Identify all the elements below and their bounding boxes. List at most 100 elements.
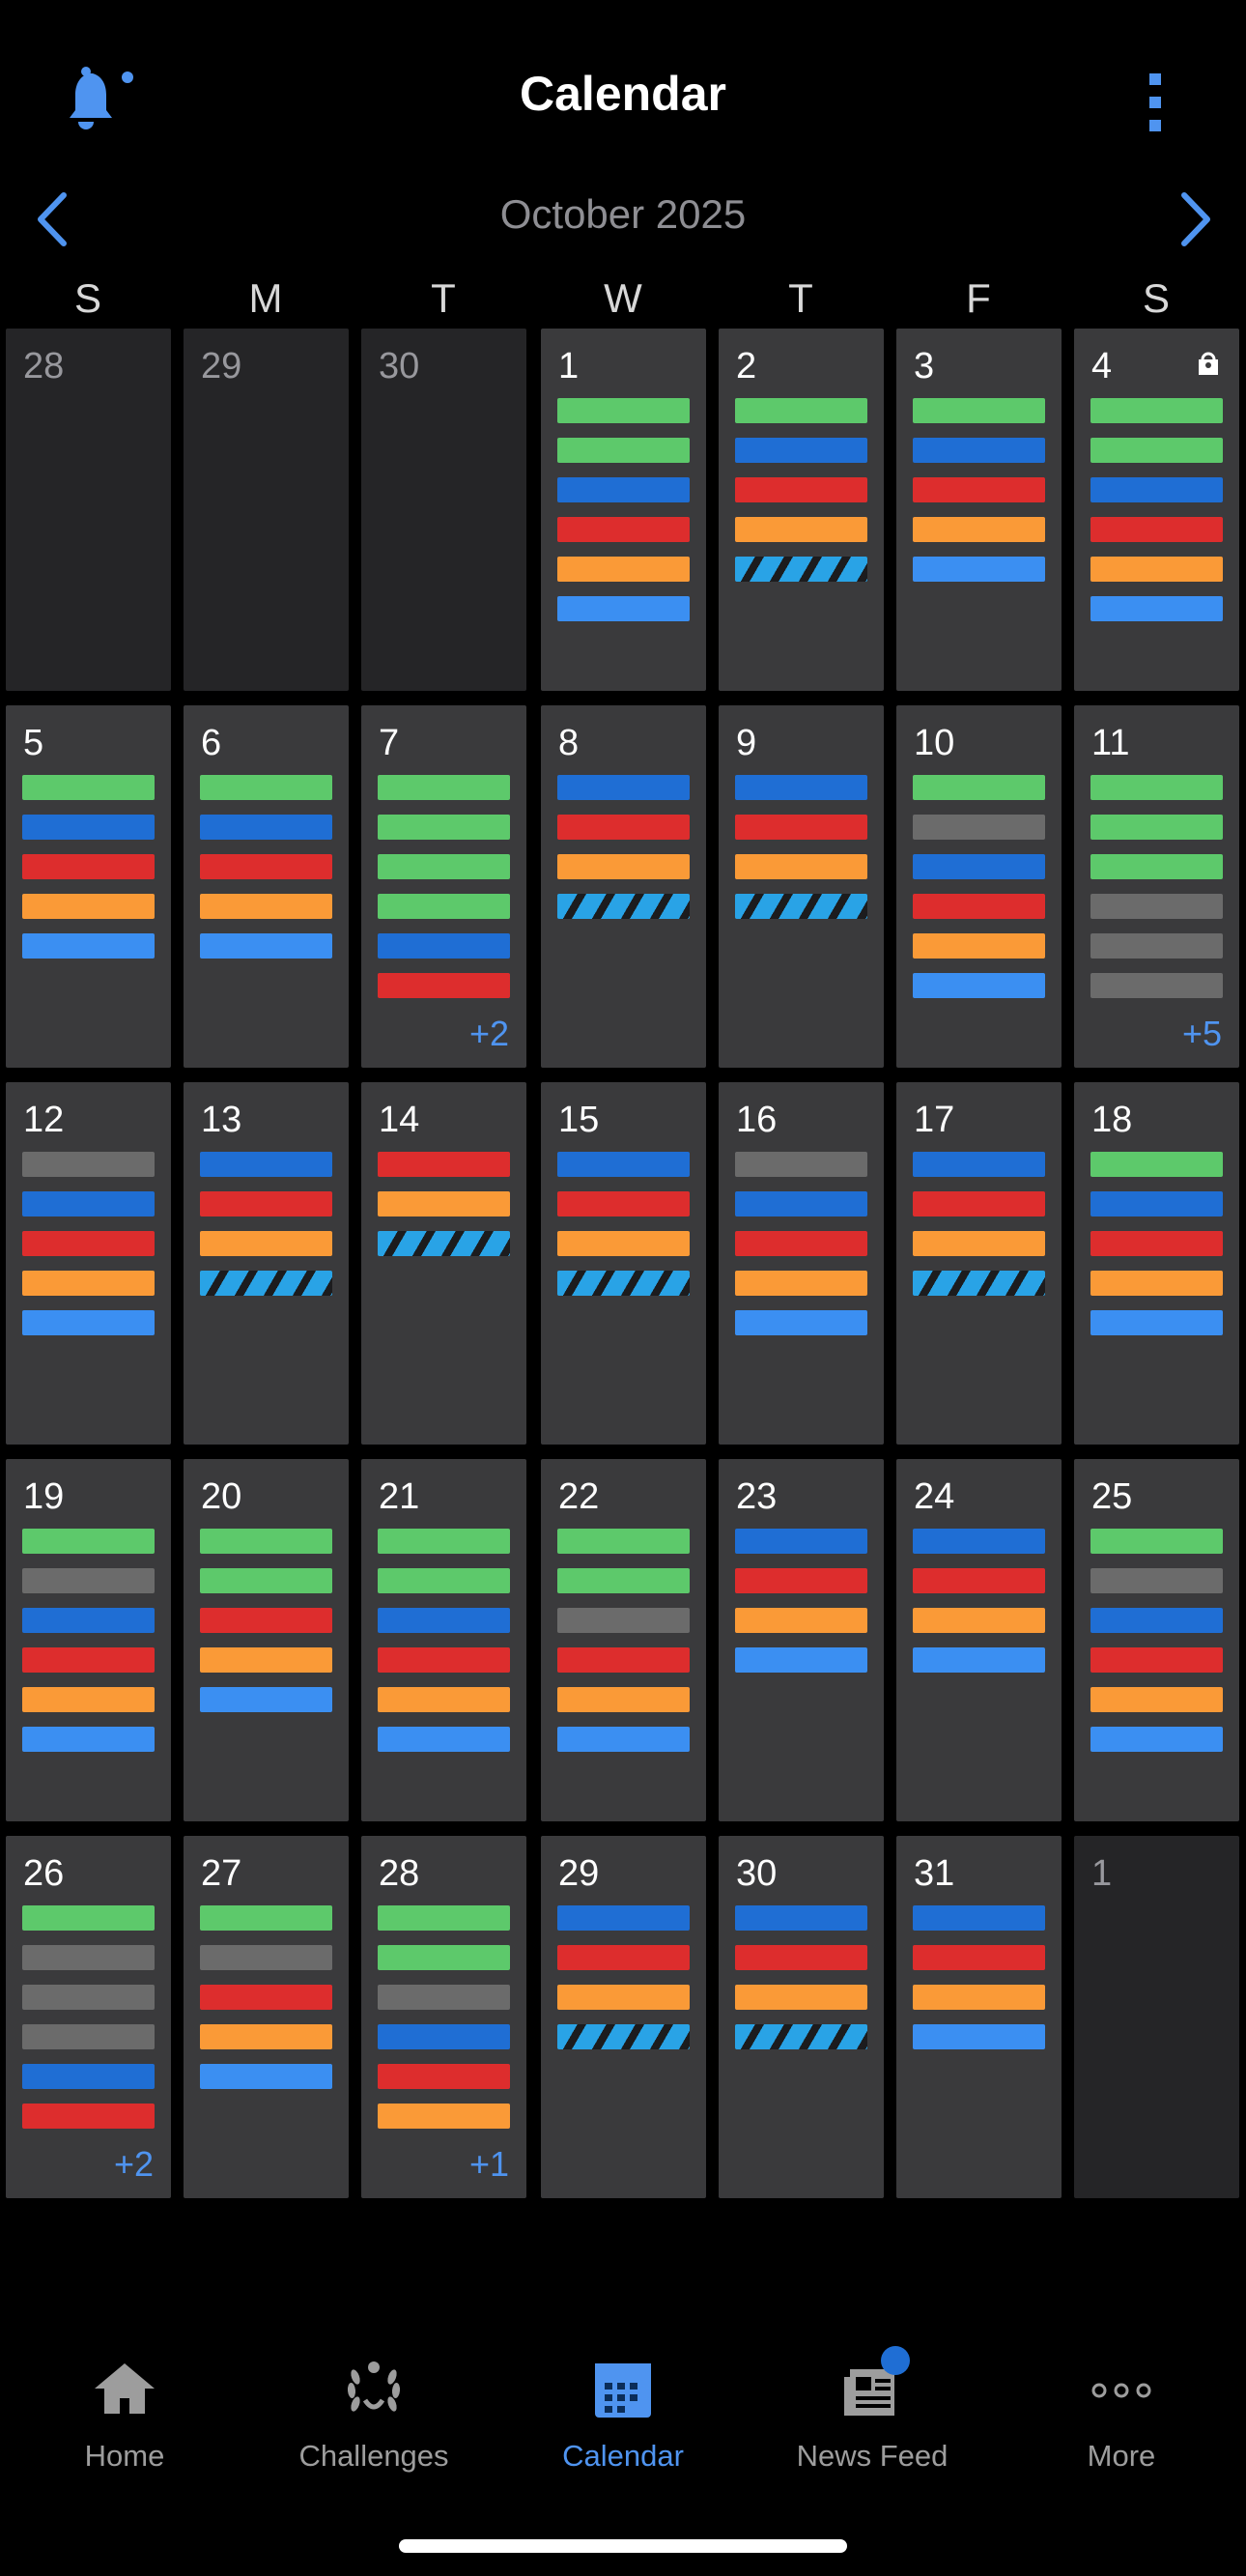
more-events-count[interactable]: +5 [1182,1014,1222,1054]
day-cell[interactable]: 2 [719,329,884,691]
day-cell[interactable]: 9 [719,705,884,1068]
event-bar[interactable] [913,1152,1045,1177]
event-bar[interactable] [557,1647,690,1673]
event-bar[interactable] [557,1191,690,1216]
event-bar[interactable] [735,775,867,800]
event-bar[interactable] [913,1647,1045,1673]
event-bar[interactable] [557,477,690,502]
event-bar[interactable] [378,894,510,919]
event-bar[interactable] [913,517,1045,542]
day-cell[interactable]: 16 [719,1082,884,1445]
event-bar[interactable] [200,894,332,919]
event-bar[interactable] [22,1985,155,2010]
event-bar[interactable] [22,1231,155,1256]
day-cell[interactable]: 13 [184,1082,349,1445]
event-bar[interactable] [1090,1310,1223,1335]
event-bar[interactable] [735,1271,867,1296]
event-bar-striped[interactable] [735,557,867,582]
event-bar[interactable] [378,1905,510,1931]
event-bar[interactable] [1090,1271,1223,1296]
event-bar[interactable] [1090,1608,1223,1633]
day-cell[interactable]: 24 [896,1459,1062,1821]
event-bar[interactable] [378,1152,510,1177]
more-events-count[interactable]: +2 [469,1014,509,1054]
event-bar[interactable] [378,2104,510,2129]
event-bar[interactable] [735,1905,867,1931]
event-bar[interactable] [22,1608,155,1633]
event-bar[interactable] [22,854,155,879]
event-bar[interactable] [22,1568,155,1593]
event-bar[interactable] [378,1945,510,1970]
event-bar[interactable] [200,775,332,800]
event-bar[interactable] [1090,894,1223,919]
event-bar[interactable] [735,477,867,502]
event-bar[interactable] [378,1687,510,1712]
event-bar[interactable] [735,398,867,423]
day-cell[interactable]: 20 [184,1459,349,1821]
day-cell[interactable]: 17 [896,1082,1062,1445]
event-bar[interactable] [557,1687,690,1712]
event-bar[interactable] [557,1608,690,1633]
event-bar[interactable] [200,1529,332,1554]
event-bar[interactable] [1090,815,1223,840]
event-bar[interactable] [913,854,1045,879]
event-bar[interactable] [557,438,690,463]
day-cell[interactable]: 5 [6,705,171,1068]
event-bar[interactable] [378,1568,510,1593]
event-bar[interactable] [913,477,1045,502]
event-bar[interactable] [913,557,1045,582]
event-bar[interactable] [200,2024,332,2049]
event-bar[interactable] [557,596,690,621]
event-bar[interactable] [200,2064,332,2089]
event-bar[interactable] [913,1529,1045,1554]
event-bar[interactable] [735,1191,867,1216]
day-cell[interactable]: 28 [6,329,171,691]
event-bar[interactable] [557,1985,690,2010]
day-cell[interactable]: 22 [541,1459,706,1821]
event-bar[interactable] [1090,933,1223,959]
event-bar[interactable] [200,815,332,840]
day-cell[interactable]: 14 [361,1082,526,1445]
day-cell[interactable]: 19 [6,1459,171,1821]
event-bar[interactable] [22,1687,155,1712]
event-bar[interactable] [913,2024,1045,2049]
event-bar[interactable] [557,1568,690,1593]
day-cell[interactable]: 29 [541,1836,706,2198]
event-bar[interactable] [200,1231,332,1256]
day-cell[interactable]: 10 [896,705,1062,1068]
event-bar[interactable] [22,2064,155,2089]
event-bar[interactable] [735,1310,867,1335]
event-bar[interactable] [200,1945,332,1970]
event-bar[interactable] [1090,1727,1223,1752]
event-bar[interactable] [378,815,510,840]
event-bar[interactable] [378,854,510,879]
event-bar[interactable] [22,933,155,959]
event-bar[interactable] [200,933,332,959]
day-cell[interactable]: 21 [361,1459,526,1821]
event-bar[interactable] [913,1905,1045,1931]
event-bar[interactable] [557,1905,690,1931]
event-bar[interactable] [1090,1529,1223,1554]
day-cell[interactable]: 1 [541,329,706,691]
day-cell[interactable]: 6 [184,705,349,1068]
event-bar-striped[interactable] [200,1271,332,1296]
event-bar[interactable] [557,1727,690,1752]
event-bar[interactable] [735,1647,867,1673]
event-bar[interactable] [378,2064,510,2089]
event-bar-striped[interactable] [735,2024,867,2049]
event-bar[interactable] [200,854,332,879]
event-bar[interactable] [913,1608,1045,1633]
tab-challenges[interactable]: Challenges [249,2319,498,2493]
event-bar[interactable] [378,1985,510,2010]
more-vertical-icon[interactable] [1136,66,1175,143]
event-bar[interactable] [200,1152,332,1177]
event-bar[interactable] [200,1608,332,1633]
event-bar[interactable] [1090,1568,1223,1593]
day-cell[interactable]: 1 [1074,1836,1239,2198]
event-bar[interactable] [200,1191,332,1216]
event-bar[interactable] [913,894,1045,919]
day-cell[interactable]: 29 [184,329,349,691]
event-bar[interactable] [557,1529,690,1554]
event-bar[interactable] [22,1727,155,1752]
event-bar[interactable] [735,438,867,463]
